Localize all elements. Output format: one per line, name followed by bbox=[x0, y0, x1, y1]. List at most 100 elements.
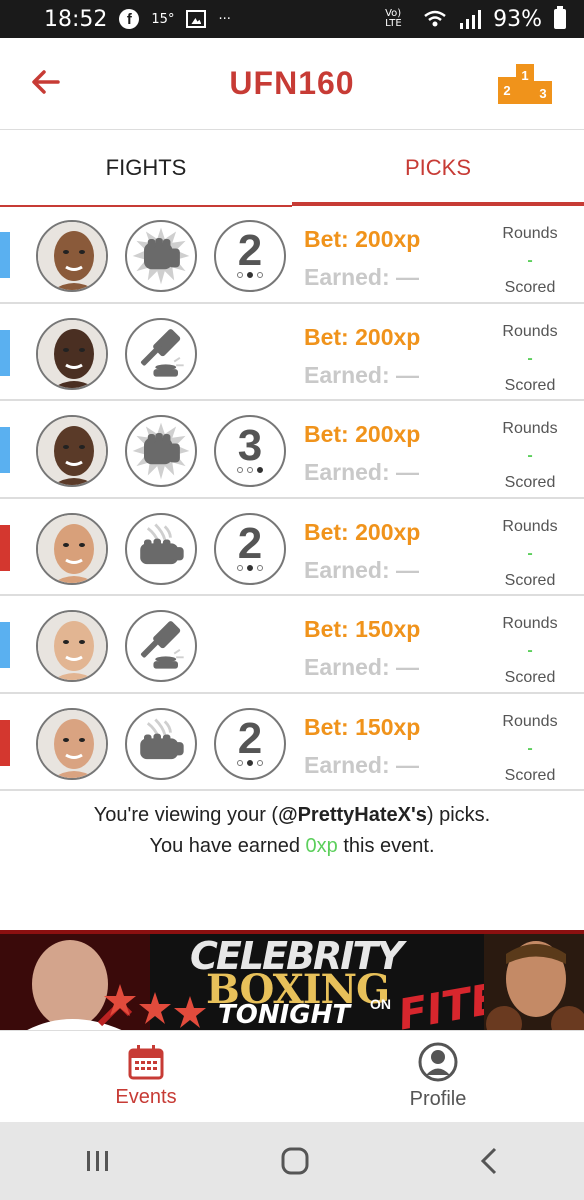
pick-row[interactable]: 2 Bet: 200xp Earned: — Rounds - Scored bbox=[0, 499, 584, 596]
round-number: 2 bbox=[237, 518, 263, 568]
tab-picks[interactable]: PICKS bbox=[292, 130, 584, 206]
app-header: UFN160 1 2 3 bbox=[0, 38, 584, 130]
home-icon[interactable] bbox=[280, 1146, 310, 1176]
rounds-label: Rounds bbox=[502, 225, 558, 242]
earned-amount: Earned: — bbox=[304, 654, 420, 680]
tab-fights[interactable]: FIGHTS bbox=[0, 130, 292, 206]
nav-events-label: Events bbox=[115, 1086, 177, 1108]
summary-username: @PrettyHateX's bbox=[278, 804, 427, 826]
back-icon[interactable] bbox=[477, 1146, 501, 1176]
round-dot bbox=[247, 759, 253, 766]
corner-indicator bbox=[0, 622, 10, 668]
fighter-avatar[interactable] bbox=[36, 707, 108, 780]
rounds-scored: Rounds - Scored bbox=[498, 220, 562, 301]
stars-decoration bbox=[104, 984, 206, 1028]
gavel-icon bbox=[125, 317, 197, 390]
round-dot bbox=[237, 272, 243, 278]
banner-line-3: TONIGHT bbox=[218, 1000, 351, 1030]
podium-label-1: 1 bbox=[521, 68, 528, 83]
round-dot bbox=[247, 467, 253, 473]
scored-label: Scored bbox=[504, 669, 556, 686]
pick-row[interactable]: 3 Bet: 200xp Earned: — Rounds - Scored bbox=[0, 401, 584, 499]
summary-line-2: You have earned 0xp this event. bbox=[0, 831, 584, 862]
round-dots bbox=[216, 759, 284, 766]
round-dots bbox=[216, 467, 284, 473]
rounds-value: - bbox=[527, 544, 533, 562]
lte-indicator: Vo) LTE bbox=[385, 8, 402, 29]
round-number: 3 bbox=[237, 421, 263, 470]
scored-label: Scored bbox=[504, 279, 556, 296]
bet-amount: Bet: 200xp bbox=[304, 323, 421, 350]
calendar-icon bbox=[128, 1045, 164, 1080]
person-icon bbox=[418, 1042, 458, 1082]
rounds-value: - bbox=[527, 447, 533, 464]
rounds-label: Rounds bbox=[502, 712, 558, 730]
earned-amount: Earned: — bbox=[304, 361, 420, 388]
round-dot bbox=[257, 759, 263, 766]
rounds-scored: Rounds - Scored bbox=[498, 610, 562, 691]
earned-amount: Earned: — bbox=[304, 751, 420, 778]
fighter-avatar[interactable] bbox=[36, 317, 108, 390]
fighter-avatar[interactable] bbox=[36, 415, 108, 487]
status-bar: 18:52 f 15° ··· Vo) LTE 93% bbox=[0, 0, 584, 38]
summary-suffix: ) picks. bbox=[426, 804, 491, 826]
page-title: UFN160 bbox=[229, 65, 355, 101]
rounds-value: - bbox=[527, 252, 533, 269]
status-temp: 15° bbox=[151, 11, 175, 27]
round-dot bbox=[257, 564, 263, 571]
battery-icon bbox=[554, 6, 566, 29]
corner-indicator bbox=[0, 719, 10, 766]
punch-icon bbox=[125, 220, 197, 292]
bet-amount: Bet: 200xp bbox=[304, 421, 421, 447]
submission-icon bbox=[125, 512, 197, 585]
summary-prefix: You're viewing your ( bbox=[93, 804, 279, 826]
round-pick: 2 bbox=[214, 512, 286, 585]
round-pick: 3 bbox=[214, 415, 286, 487]
bet-amount: Bet: 150xp bbox=[304, 616, 421, 642]
fighter-avatar[interactable] bbox=[36, 610, 108, 682]
picks-summary: You're viewing your (@PrettyHateX's) pic… bbox=[0, 800, 584, 862]
round-number: 2 bbox=[237, 226, 263, 275]
nav-profile[interactable]: Profile bbox=[292, 1031, 584, 1122]
fighter-avatar[interactable] bbox=[36, 220, 108, 292]
corner-indicator bbox=[0, 524, 10, 571]
round-dots bbox=[216, 272, 284, 278]
corner-indicator bbox=[0, 232, 10, 278]
rounds-value: - bbox=[527, 349, 533, 367]
wifi-icon bbox=[424, 10, 446, 27]
pick-row[interactable]: 2 Bet: 200xp Earned: — Rounds - Scored bbox=[0, 206, 584, 304]
status-more: ··· bbox=[218, 11, 231, 27]
rounds-scored: Rounds - Scored bbox=[498, 318, 562, 399]
punch-icon bbox=[125, 415, 197, 487]
pick-row[interactable]: 2 Bet: 150xp Earned: — Rounds - Scored bbox=[0, 694, 584, 791]
rounds-label: Rounds bbox=[502, 322, 558, 340]
leaderboard-podium-icon[interactable]: 1 2 3 bbox=[498, 64, 552, 104]
round-dot bbox=[247, 564, 253, 571]
ad-banner[interactable]: CELEBRITY BOXING TONIGHT ON FITE bbox=[0, 930, 584, 1030]
bet-amount: Bet: 200xp bbox=[304, 226, 421, 252]
submission-icon bbox=[125, 707, 197, 780]
bet-amount: Bet: 150xp bbox=[304, 713, 421, 740]
summary-line-1: You're viewing your (@PrettyHateX's) pic… bbox=[0, 800, 584, 831]
rounds-value: - bbox=[527, 642, 533, 659]
earned-prefix: You have earned bbox=[149, 835, 306, 857]
bet-amount: Bet: 200xp bbox=[304, 518, 421, 545]
round-dot bbox=[237, 467, 243, 473]
facebook-icon: f bbox=[119, 9, 140, 29]
battery-percent: 93% bbox=[493, 6, 542, 32]
pick-row[interactable]: Bet: 200xp Earned: — Rounds - Scored bbox=[0, 304, 584, 401]
rounds-scored: Rounds - Scored bbox=[498, 415, 562, 496]
recent-apps-icon[interactable] bbox=[83, 1149, 113, 1173]
earned-amount: Earned: — bbox=[304, 556, 420, 583]
tab-bar: FIGHTS PICKS bbox=[0, 130, 584, 206]
earned-amount: Earned: — bbox=[304, 264, 420, 290]
bottom-nav: Events Profile bbox=[0, 1030, 584, 1122]
system-nav-bar bbox=[0, 1122, 584, 1200]
round-pick: 2 bbox=[214, 707, 286, 780]
back-arrow-icon[interactable] bbox=[30, 66, 62, 98]
banner-on: ON bbox=[370, 996, 391, 1012]
pick-row[interactable]: Bet: 150xp Earned: — Rounds - Scored bbox=[0, 596, 584, 694]
rounds-label: Rounds bbox=[502, 615, 558, 632]
fighter-avatar[interactable] bbox=[36, 512, 108, 585]
nav-events[interactable]: Events bbox=[0, 1031, 292, 1122]
